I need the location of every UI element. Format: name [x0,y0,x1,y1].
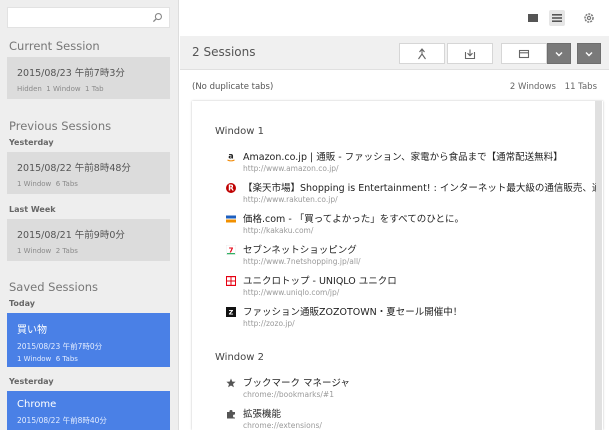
tab-title: Amazon.co.jp | 通販 - ファッション、家電から食品まで【通常配送… [243,152,563,163]
tab-url: http://zozo.jp/ [243,319,295,328]
session-meta: 1 Window 6 Tabs [17,180,160,188]
zozo-icon: Z [226,307,236,317]
tab-title: セブンネットショッピング [243,245,357,256]
tab-title: ファッション通販ZOZOTOWN・夏セール開催中！ [243,307,463,318]
previous-session-card[interactable]: 2015/08/21 午前9時0分 1 Window 2 Tabs [7,219,170,261]
tab-item[interactable]: ユニクロトップ - UNIQLO ユニクロ http://www.uniqlo.… [226,272,596,302]
merge-button[interactable] [399,43,445,64]
tabs-count: 11 Tabs [564,82,597,92]
session-date: 2015/08/22 午前8時40分 [17,416,107,425]
seven-net-icon: 7 [226,245,236,255]
tab-item[interactable]: R 【楽天市場】Shopping is Entertainment! : インタ… [226,179,596,209]
session-counts: 2 Windows 11 Tabs [504,82,597,92]
window-dropdown-button[interactable] [547,43,571,64]
kakaku-icon [226,215,236,223]
uniqlo-icon [226,276,236,286]
tab-url: http://www.rakuten.co.jp/ [243,195,338,204]
saved-session-card[interactable]: 買い物 2015/08/23 午前7時0分 1 Window 6 Tabs [7,313,170,367]
saved-session-card[interactable]: Chrome 2015/08/22 午前8時40分 [7,391,170,430]
window-title: Window 1 [215,126,264,137]
tab-title: 価格.com - 「買ってよかった」をすべてのひとに。 [243,214,464,225]
window-icon [518,49,530,58]
previous-sessions-title: Previous Sessions [9,119,112,133]
tab-url: chrome://extensions/ [243,421,322,430]
group-label-today: Today [9,299,35,308]
top-bar [180,0,609,36]
tab-count: 2 Tabs [55,247,78,255]
tab-count: 1 Tab [85,85,104,93]
search-input[interactable] [8,10,148,30]
windows-count: 2 Windows [509,82,556,92]
tab-item[interactable]: 拡張機能 chrome://extensions/ [226,405,596,430]
amazon-icon: a [227,152,235,162]
tab-url: http://www.uniqlo.com/jp/ [243,288,340,297]
group-label-last-week: Last Week [9,205,56,214]
search-box[interactable] [7,7,170,30]
tab-count: 6 Tabs [55,180,78,188]
chevron-down-icon [555,51,563,56]
window-count: 1 Window [17,180,52,188]
window-view-icon[interactable] [525,10,541,26]
chevron-down-icon [585,51,593,56]
tab-url: http://www.7netshopping.jp/all/ [243,257,361,266]
svg-text:Z: Z [229,309,234,317]
save-icon [464,49,476,59]
tab-item[interactable]: ブックマーク マネージャ chrome://bookmarks/#1 [226,374,596,404]
tab-item[interactable]: 7 セブンネットショッピング http://www.7netshopping.j… [226,241,596,271]
window-count: 1 Window [17,247,52,255]
session-date: 2015/08/21 午前9時0分 [17,230,125,241]
current-session-card[interactable]: 2015/08/23 午前7時3分 Hidden 1 Window 1 Tab [7,57,170,99]
session-meta: 1 Window 2 Tabs [17,247,160,255]
puzzle-icon [227,410,235,419]
duplicate-status: (No duplicate tabs) [192,82,274,92]
tab-item[interactable]: 価格.com - 「買ってよかった」をすべてのひとに。 http://kakak… [226,210,596,240]
tab-item[interactable]: a Amazon.co.jp | 通販 - ファッション、家電から食品まで【通常… [226,148,596,178]
session-date: 2015/08/22 午前8時48分 [17,163,131,174]
window-count: 1 Window [17,355,52,363]
app: Current Session 2015/08/23 午前7時3分 Hidden… [0,0,609,430]
scrollbar[interactable] [595,101,602,430]
hidden-label: Hidden [17,85,42,93]
session-name: Chrome [17,399,57,410]
more-dropdown-button[interactable] [577,43,601,64]
window-title: Window 2 [215,352,264,363]
group-label-yesterday: Yesterday [9,377,54,386]
session-meta: 1 Window 6 Tabs [17,355,160,363]
svg-text:R: R [228,184,234,193]
previous-session-card[interactable]: 2015/08/22 午前8時48分 1 Window 6 Tabs [7,152,170,194]
open-window-button[interactable] [501,43,547,64]
tab-title: ユニクロトップ - UNIQLO ユニクロ [243,276,397,287]
session-header: 2 Sessions [180,36,609,70]
list-view-icon[interactable] [549,10,565,26]
window-count: 1 Window [46,85,81,93]
current-session-title: Current Session [9,39,100,53]
session-meta: Hidden 1 Window 1 Tab [17,85,160,93]
tab-title: ブックマーク マネージャ [243,378,350,389]
merge-icon [418,47,426,59]
sessions-count-title: 2 Sessions [192,45,256,59]
svg-text:a: a [228,152,233,161]
saved-sessions-title: Saved Sessions [9,280,99,294]
session-date: 2015/08/23 午前7時0分 [17,342,103,351]
tab-url: chrome://bookmarks/#1 [243,390,334,399]
sidebar: Current Session 2015/08/23 午前7時3分 Hidden… [0,0,179,430]
search-icon[interactable] [152,12,163,23]
tab-url: http://kakaku.com/ [243,226,314,235]
session-date: 2015/08/23 午前7時3分 [17,68,125,79]
tab-title: 【楽天市場】Shopping is Entertainment! : インターネ… [243,183,596,194]
tab-count: 6 Tabs [55,355,78,363]
session-name: 買い物 [17,325,47,336]
tab-item[interactable]: Z ファッション通販ZOZOTOWN・夏セール開催中！ http://zozo.… [226,303,596,333]
star-icon [226,378,236,388]
rakuten-icon: R [226,183,236,193]
tab-title: 拡張機能 [243,409,282,420]
tab-url: http://www.amazon.co.jp/ [243,164,339,173]
settings-icon[interactable] [581,10,597,26]
session-detail-panel: Window 1 a Amazon.co.jp | 通販 - ファッション、家電… [192,101,603,430]
save-session-button[interactable] [447,43,493,64]
group-label-yesterday: Yesterday [9,138,54,147]
